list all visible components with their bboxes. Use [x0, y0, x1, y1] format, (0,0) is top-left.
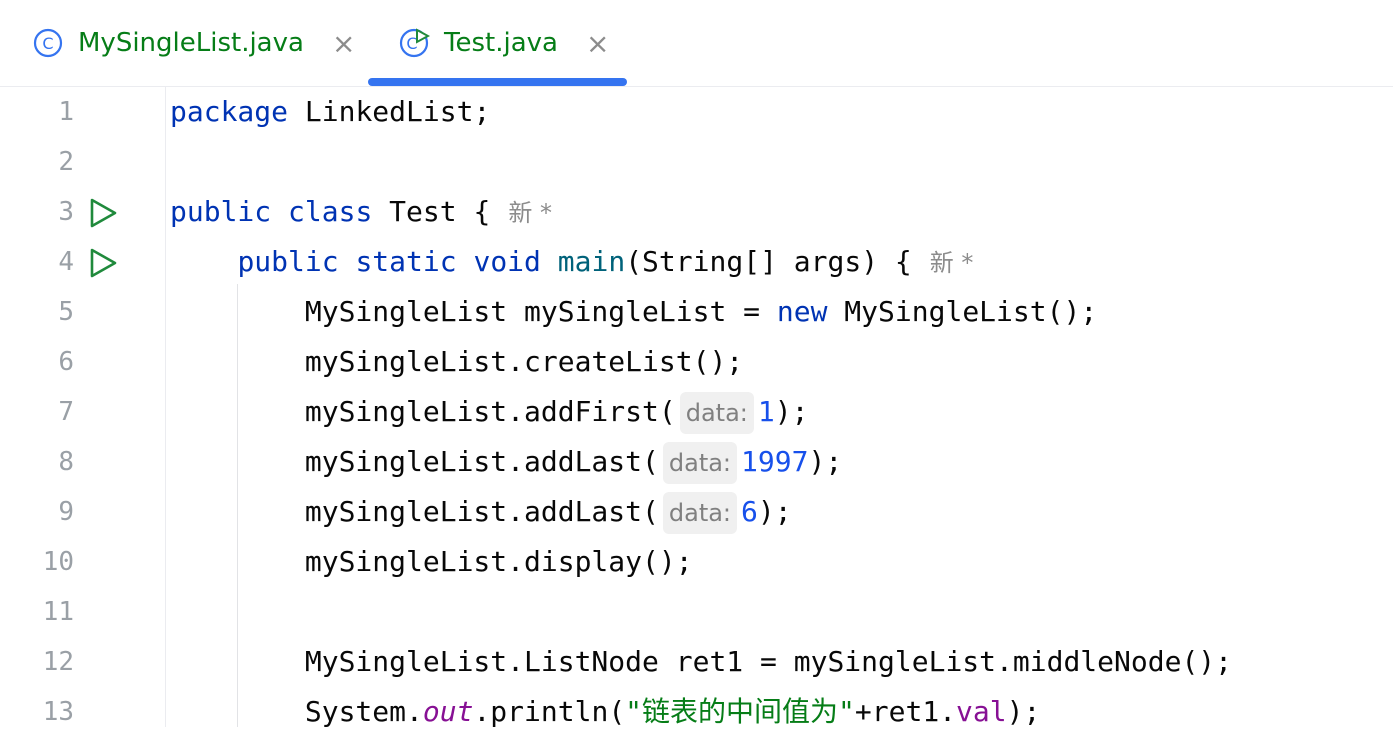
code-text[interactable]: public class Test { 新 * — [170, 187, 552, 238]
line-number: 11 — [42, 597, 74, 627]
line-number: 12 — [42, 647, 74, 677]
author-hint[interactable]: 新 * — [508, 199, 552, 227]
code-line: 11 — [0, 587, 1393, 637]
line-number: 4 — [58, 247, 74, 277]
code-token: mySingleList.addLast( — [170, 445, 659, 478]
code-line: 10 mySingleList.display(); — [0, 537, 1393, 587]
code-token: System. — [170, 695, 423, 728]
code-text[interactable]: public static void main(String[] args) {… — [170, 237, 973, 288]
code-token: ); — [808, 445, 843, 478]
keyword: new — [776, 295, 828, 328]
run-icon[interactable] — [88, 248, 118, 278]
close-icon[interactable]: × — [586, 27, 609, 60]
close-icon[interactable]: × — [332, 27, 355, 60]
code-line: 3 public class Test { 新 * — [0, 187, 1393, 237]
code-text[interactable]: mySingleList.addLast(data: 1997); — [170, 437, 842, 487]
code-editor[interactable]: 1 package LinkedList; 2 3 public class T… — [0, 87, 1393, 728]
code-token: MySingleList.ListNode ret1 = mySingleLis… — [170, 645, 1233, 678]
svg-text:C: C — [406, 34, 417, 53]
line-number: 13 — [42, 697, 74, 727]
code-text[interactable]: mySingleList.display(); — [170, 537, 693, 587]
parameter-hint: data: — [679, 392, 754, 434]
run-icon[interactable] — [88, 198, 118, 228]
code-line: 13 System.out.println("链表的中间值为"+ret1.val… — [0, 687, 1393, 737]
keyword: package — [170, 95, 289, 128]
code-line: 5 MySingleList mySingleList = new MySing… — [0, 287, 1393, 337]
keyword: void — [473, 245, 541, 278]
number-literal: 6 — [741, 495, 758, 528]
string-literal: "链表的中间值为" — [625, 695, 855, 728]
number-literal: 1997 — [741, 445, 809, 478]
line-number: 1 — [58, 97, 74, 127]
code-token: ); — [757, 495, 792, 528]
code-token: LinkedList; — [288, 95, 491, 128]
line-number: 5 — [58, 297, 74, 327]
active-tab-indicator — [368, 78, 627, 86]
line-number: 2 — [58, 147, 74, 177]
code-text[interactable]: MySingleList mySingleList = new MySingle… — [170, 287, 1097, 337]
keyword: public — [237, 245, 339, 278]
parameter-hint: data: — [662, 442, 738, 484]
code-token: MySingleList mySingleList = — [170, 295, 777, 328]
keyword: public — [170, 195, 272, 228]
code-token: .println( — [473, 695, 626, 728]
code-line: 8 mySingleList.addLast(data: 1997); — [0, 437, 1393, 487]
line-number: 10 — [42, 547, 74, 577]
line-number: 7 — [58, 397, 74, 427]
field-name: val — [956, 695, 1007, 728]
code-text[interactable]: mySingleList.addLast(data: 6); — [170, 487, 792, 537]
tab-mysinglelist[interactable]: C MySingleList.java × — [32, 0, 355, 86]
code-text[interactable]: System.out.println("链表的中间值为"+ret1.val); — [170, 687, 1040, 737]
code-token: +ret1. — [854, 695, 957, 728]
code-text[interactable]: mySingleList.addFirst(data: 1); — [170, 387, 808, 437]
code-line: 12 MySingleList.ListNode ret1 = mySingle… — [0, 637, 1393, 687]
parameter-hint: data: — [662, 492, 738, 534]
code-token: ); — [1006, 695, 1041, 728]
line-number: 3 — [58, 197, 74, 227]
code-line: 6 mySingleList.createList(); — [0, 337, 1393, 387]
code-token: Test { — [372, 195, 491, 228]
static-field: out — [422, 695, 474, 728]
tab-test[interactable]: C Test.java × — [398, 0, 609, 86]
code-text[interactable]: MySingleList.ListNode ret1 = mySingleLis… — [170, 637, 1232, 687]
code-token: mySingleList.createList(); — [170, 345, 744, 378]
keyword: static — [355, 245, 457, 278]
code-token: mySingleList.addFirst( — [170, 395, 676, 428]
code-line: 2 — [0, 137, 1393, 187]
keyword: class — [288, 195, 373, 228]
code-line: 4 public static void main(String[] args)… — [0, 237, 1393, 287]
editor-tab-bar: C MySingleList.java × C Test.java × — [0, 0, 1393, 87]
method-name: main — [557, 245, 626, 278]
class-icon: C — [33, 28, 63, 58]
line-number: 6 — [58, 347, 74, 377]
code-line: 7 mySingleList.addFirst(data: 1); — [0, 387, 1393, 437]
line-number: 8 — [58, 447, 74, 477]
tab-label: MySingleList.java — [78, 28, 304, 58]
code-token: mySingleList.addLast( — [170, 495, 659, 528]
tab-label: Test.java — [444, 28, 558, 58]
line-number: 9 — [58, 497, 74, 527]
number-literal: 1 — [757, 395, 775, 428]
code-line: 1 package LinkedList; — [0, 87, 1393, 137]
code-token: MySingleList(); — [827, 295, 1098, 328]
runnable-class-icon: C — [399, 28, 430, 58]
code-text[interactable]: mySingleList.createList(); — [170, 337, 743, 387]
author-hint[interactable]: 新 * — [930, 249, 974, 277]
code-token: mySingleList.display(); — [170, 545, 693, 578]
code-text[interactable]: package LinkedList; — [170, 87, 490, 137]
code-token: ); — [774, 395, 809, 428]
code-token: (String[] args) { — [625, 245, 912, 278]
svg-text:C: C — [42, 34, 53, 53]
code-line: 9 mySingleList.addLast(data: 6); — [0, 487, 1393, 537]
